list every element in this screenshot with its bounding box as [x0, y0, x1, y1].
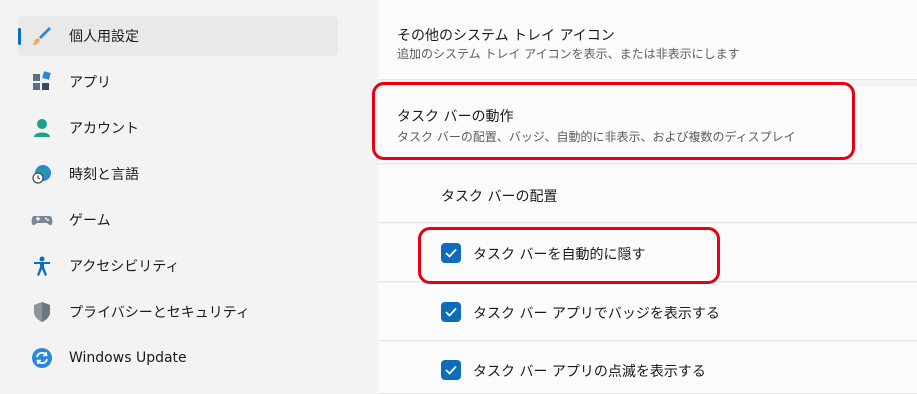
sidebar-item-label: Windows Update — [69, 350, 187, 366]
apps-icon — [30, 70, 54, 94]
sidebar-item-privacy-security[interactable]: プライバシーとセキュリティ — [18, 292, 338, 332]
sidebar-item-label: 個人用設定 — [69, 29, 139, 45]
auto-hide-label: タスク バーを自動的に隠す — [473, 247, 646, 263]
checkmark-icon — [445, 248, 457, 258]
sidebar-item-personalization[interactable]: 個人用設定 — [18, 16, 338, 56]
sidebar-item-gaming[interactable]: ゲーム — [18, 200, 338, 240]
sidebar-item-windows-update[interactable]: Windows Update — [18, 338, 338, 378]
checkmark-icon — [445, 307, 457, 317]
sidebar-item-label: アクセシビリティ — [69, 259, 180, 275]
accessibility-icon — [30, 254, 54, 278]
sidebar-item-label: アカウント — [69, 121, 139, 137]
sidebar: 個人用設定 アプリ アカウント 時刻と言語 ゲーム アクセシビリティ プライバシ… — [0, 0, 372, 394]
gamepad-icon — [30, 208, 54, 232]
sidebar-item-time-language[interactable]: 時刻と言語 — [18, 154, 338, 194]
active-indicator — [18, 28, 21, 45]
sidebar-item-label: 時刻と言語 — [69, 167, 139, 183]
card-title: タスク バーの動作 — [397, 109, 514, 125]
settings-content: その他のシステム トレイ アイコン 追加のシステム トレイ アイコンを表示、また… — [372, 0, 917, 394]
sidebar-item-label: アプリ — [69, 75, 111, 91]
system-tray-icons-card[interactable]: その他のシステム トレイ アイコン 追加のシステム トレイ アイコンを表示、また… — [378, 0, 917, 80]
sidebar-item-accounts[interactable]: アカウント — [18, 108, 338, 148]
checkmark-icon — [445, 365, 457, 375]
sidebar-item-accessibility[interactable]: アクセシビリティ — [18, 246, 338, 286]
card-subtitle: タスク バーの配置、バッジ、自動的に非表示、および複数のディスプレイ — [397, 130, 796, 144]
sidebar-item-label: プライバシーとセキュリティ — [69, 305, 250, 321]
show-badges-checkbox[interactable] — [441, 302, 461, 322]
show-flashing-checkbox[interactable] — [441, 360, 461, 380]
card-subtitle: 追加のシステム トレイ アイコンを表示、または非表示にします — [397, 47, 740, 61]
auto-hide-checkbox[interactable] — [441, 243, 461, 263]
taskbar-alignment-label: タスク バーの配置 — [441, 189, 558, 205]
shield-icon — [30, 300, 54, 324]
sidebar-item-apps[interactable]: アプリ — [18, 62, 338, 102]
auto-hide-row[interactable]: タスク バーを自動的に隠す — [378, 224, 917, 282]
globe-clock-icon — [30, 162, 54, 186]
sidebar-item-label: ゲーム — [69, 213, 111, 229]
show-flashing-row[interactable]: タスク バー アプリの点滅を表示する — [378, 342, 917, 394]
show-flashing-label: タスク バー アプリの点滅を表示する — [473, 364, 706, 380]
paintbrush-icon — [30, 24, 54, 48]
card-title: その他のシステム トレイ アイコン — [397, 28, 615, 44]
taskbar-alignment-row[interactable]: タスク バーの配置 — [378, 165, 917, 223]
update-icon — [30, 346, 54, 370]
show-badges-label: タスク バー アプリでバッジを表示する — [473, 306, 720, 322]
show-badges-row[interactable]: タスク バー アプリでバッジを表示する — [378, 283, 917, 341]
person-icon — [30, 116, 54, 140]
taskbar-behaviors-card[interactable]: タスク バーの動作 タスク バーの配置、バッジ、自動的に非表示、および複数のディ… — [378, 86, 917, 164]
